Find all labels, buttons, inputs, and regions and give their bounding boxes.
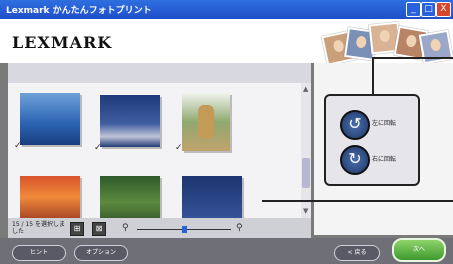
check-icon[interactable]: ✓ [94, 143, 102, 153]
scroll-down-icon[interactable]: ▼ [303, 207, 308, 215]
bottom-bar [0, 238, 453, 264]
rotate-left-icon: ↺ [348, 114, 362, 133]
window-title: Lexmark かんたんフォトプリント [6, 6, 152, 16]
next-button[interactable]: 次へ [392, 238, 446, 262]
thumbnail[interactable] [20, 93, 80, 145]
zoom-in-icon[interactable]: ⚲ [236, 223, 243, 233]
gallery-header [8, 63, 311, 83]
thumbnail[interactable] [100, 95, 160, 147]
zoom-out-icon[interactable]: ⚲ [122, 223, 129, 233]
rotate-right-icon: ↻ [348, 149, 362, 168]
close-button[interactable]: X [436, 2, 451, 17]
zoom-slider-knob[interactable] [182, 226, 187, 233]
lexmark-logo: LEXMARK [12, 33, 113, 52]
rotate-right-button[interactable]: ↻ [340, 145, 370, 175]
select-all-icon[interactable]: ⊞ [70, 222, 84, 236]
app-window: Lexmark かんたんフォトプリント _ □ X LEXMARK ▲ ▼ ✓ … [0, 0, 453, 264]
selection-count: 15 / 15 を選択しました [12, 221, 66, 235]
thumbnail[interactable] [182, 93, 230, 151]
rotate-left-button[interactable]: ↺ [340, 110, 370, 140]
deselect-all-icon[interactable]: ⊠ [92, 222, 106, 236]
maximize-button[interactable]: □ [421, 2, 436, 17]
rotation-box [324, 94, 420, 186]
callout-line [262, 200, 453, 202]
callout-line [372, 57, 453, 59]
dog-icon [198, 105, 214, 139]
check-icon[interactable]: ✓ [175, 143, 183, 153]
scrollbar-thumb[interactable] [302, 158, 310, 188]
gallery-scrollbar[interactable]: ▲ ▼ [301, 83, 311, 218]
check-icon[interactable]: ✓ [14, 141, 22, 151]
callout-line [372, 57, 374, 94]
options-button[interactable]: オプション [74, 245, 128, 261]
rotate-right-label: 右に回転 [372, 156, 397, 163]
decorative-photo [418, 29, 453, 65]
scroll-up-icon[interactable]: ▲ [303, 85, 308, 93]
rotate-left-label: 左に回転 [372, 120, 397, 127]
back-button[interactable]: < 戻る [334, 245, 380, 261]
title-bar: Lexmark かんたんフォトプリント _ □ X [0, 0, 453, 19]
minimize-button[interactable]: _ [406, 2, 421, 17]
hint-button[interactable]: ヒント [12, 245, 66, 261]
